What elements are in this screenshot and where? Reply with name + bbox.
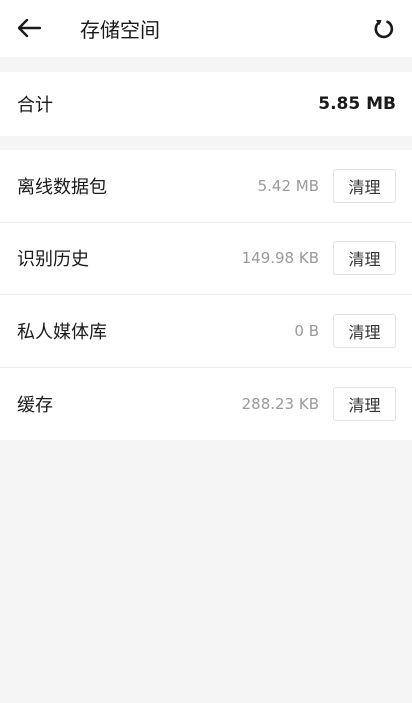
item-size: 149.98 KB xyxy=(241,249,319,268)
back-button[interactable] xyxy=(14,14,44,42)
top-bar: 存储空间 xyxy=(0,0,412,57)
total-label: 合计 xyxy=(17,95,53,116)
page-title: 存储空间 xyxy=(80,18,160,42)
arrow-left-icon xyxy=(17,18,42,38)
total-row: 合计 5.85 MB xyxy=(0,72,412,136)
clean-button-recognition-history[interactable]: 清理 xyxy=(333,241,396,276)
clean-button-cache[interactable]: 清理 xyxy=(333,386,396,421)
total-value: 5.85 MB xyxy=(318,94,396,114)
refresh-icon xyxy=(374,20,394,39)
list-item-recognition-history: 识别历史 149.98 KB 清理 xyxy=(0,223,412,295)
item-label: 离线数据包 xyxy=(17,176,107,198)
item-label: 缓存 xyxy=(17,394,53,416)
list-item-private-media: 私人媒体库 0 B 清理 xyxy=(0,295,412,368)
clean-button-offline-packages[interactable]: 清理 xyxy=(333,168,396,203)
list-item-cache: 缓存 288.23 KB 清理 xyxy=(0,368,412,441)
item-size: 5.42 MB xyxy=(257,176,319,195)
item-label: 私人媒体库 xyxy=(17,321,107,343)
storage-list: 离线数据包 5.42 MB 清理 识别历史 149.98 KB 清理 私人媒体库… xyxy=(0,150,412,440)
item-size: 0 B xyxy=(294,321,319,340)
item-label: 识别历史 xyxy=(17,249,89,271)
refresh-button[interactable] xyxy=(368,13,398,43)
item-size: 288.23 KB xyxy=(241,394,319,413)
clean-button-private-media[interactable]: 清理 xyxy=(333,313,396,348)
list-item-offline-packages: 离线数据包 5.42 MB 清理 xyxy=(0,150,412,223)
